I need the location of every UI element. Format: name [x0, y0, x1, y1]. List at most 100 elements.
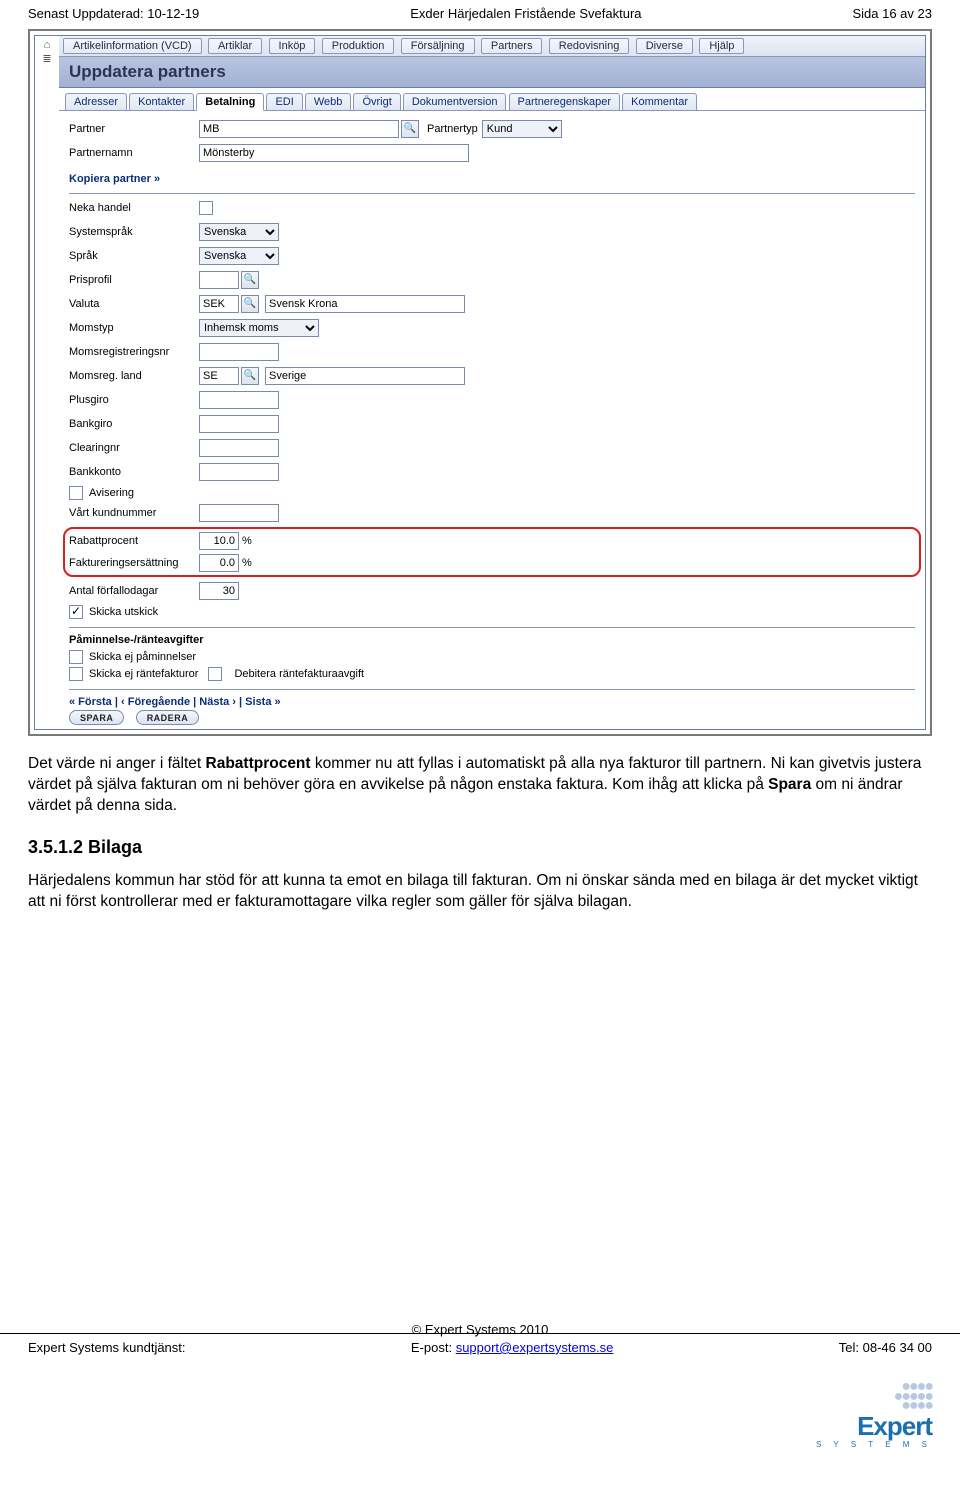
menu-partners[interactable]: Partners	[481, 38, 543, 54]
momstyp-select[interactable]: Inhemsk moms	[199, 319, 319, 337]
app-screenshot: ⌂ ≣ Artikelinformation (VCD) Artiklar In…	[28, 29, 932, 736]
vart-kundnummer-input[interactable]	[199, 504, 279, 522]
body-text: Det värde ni anger i fältet Rabattprocen…	[28, 754, 932, 913]
tab-adresser[interactable]: Adresser	[65, 93, 127, 110]
rabattprocent-label: Rabattprocent	[69, 535, 199, 547]
partnertyp-select[interactable]: Kund	[482, 120, 562, 138]
partnernamn-input[interactable]	[199, 144, 469, 162]
faktureringsersattning-label: Faktureringsersättning	[69, 557, 199, 569]
debitera-checkbox[interactable]	[208, 667, 222, 681]
footer-email: E-post: support@expertsystems.se	[411, 1340, 614, 1355]
valuta-search-icon[interactable]: 🔍	[241, 295, 259, 313]
pager-next[interactable]: Nästa ›	[199, 696, 236, 708]
skicka-utskick-checkbox[interactable]	[69, 605, 83, 619]
menu-redovisning[interactable]: Redovisning	[549, 38, 630, 54]
partner-label: Partner	[69, 123, 199, 135]
skicka-ej-paminnelser-checkbox[interactable]	[69, 650, 83, 664]
footer-left: Expert Systems kundtjänst:	[28, 1340, 186, 1355]
clearingnr-input[interactable]	[199, 439, 279, 457]
prisprofil-input[interactable]	[199, 271, 239, 289]
avisering-checkbox[interactable]	[69, 486, 83, 500]
neka-handel-label: Neka handel	[69, 202, 199, 214]
vart-kundnummer-label: Vårt kundnummer	[69, 507, 199, 519]
momsregnr-label: Momsregistreringsnr	[69, 346, 199, 358]
tab-dokumentversion[interactable]: Dokumentversion	[403, 93, 507, 110]
antal-forfallodagar-input[interactable]	[199, 582, 239, 600]
bankkonto-input[interactable]	[199, 463, 279, 481]
debitera-label: Debitera räntefakturaavgift	[234, 668, 364, 680]
menu-forsaljning[interactable]: Försäljning	[401, 38, 475, 54]
logo-dots-icon: ●●●●●●●●●●●●●	[816, 1382, 932, 1411]
valuta-label: Valuta	[69, 298, 199, 310]
radera-button[interactable]: RADERA	[136, 710, 200, 725]
avisering-label: Avisering	[89, 487, 134, 499]
rabattprocent-input[interactable]	[199, 532, 239, 550]
header-right: Sida 16 av 23	[852, 6, 932, 21]
logo-word: Expert	[816, 1411, 932, 1442]
pager-first[interactable]: « Första	[69, 696, 112, 708]
plusgiro-label: Plusgiro	[69, 394, 199, 406]
kopiera-partner-link[interactable]: Kopiera partner »	[69, 173, 160, 185]
momsreg-land-code-input[interactable]	[199, 367, 239, 385]
tab-betalning[interactable]: Betalning	[196, 93, 264, 111]
partner-input[interactable]	[199, 120, 399, 138]
percent-sign: %	[242, 535, 252, 547]
menu-hjalp[interactable]: Hjälp	[699, 38, 744, 54]
plusgiro-input[interactable]	[199, 391, 279, 409]
prisprofil-search-icon[interactable]: 🔍	[241, 271, 259, 289]
footer-copyright: © Expert Systems 2010	[0, 1322, 960, 1337]
home-icon[interactable]: ⌂	[37, 38, 57, 52]
momsregnr-input[interactable]	[199, 343, 279, 361]
list-icon[interactable]: ≣	[37, 52, 57, 66]
highlight-rabatt: Rabattprocent % Faktureringsersättning %	[63, 527, 921, 577]
pager-prev[interactable]: ‹ Föregående	[121, 696, 190, 708]
tab-kontakter[interactable]: Kontakter	[129, 93, 194, 110]
neka-handel-checkbox[interactable]	[199, 201, 213, 215]
skicka-ej-rantefakturor-label: Skicka ej räntefakturor	[89, 668, 198, 680]
antal-forfallodagar-label: Antal förfallodagar	[69, 585, 199, 597]
bankgiro-label: Bankgiro	[69, 418, 199, 430]
skicka-utskick-label: Skicka utskick	[89, 606, 158, 618]
page-footer: © Expert Systems 2010 Expert Systems kun…	[0, 1333, 960, 1369]
skicka-ej-rantefakturor-checkbox[interactable]	[69, 667, 83, 681]
tab-ovrigt[interactable]: Övrigt	[353, 93, 400, 110]
partnernamn-label: Partnernamn	[69, 147, 199, 159]
footer-email-link[interactable]: support@expertsystems.se	[456, 1340, 614, 1355]
menu-produktion[interactable]: Produktion	[322, 38, 395, 54]
page-title: Uppdatera partners	[59, 57, 925, 88]
pager-last[interactable]: Sista »	[245, 696, 280, 708]
bankgiro-input[interactable]	[199, 415, 279, 433]
tab-edi[interactable]: EDI	[266, 93, 302, 110]
form-area: Partner 🔍 Partnertyp Kund Partnernamn Ko…	[59, 111, 925, 729]
momstyp-label: Momstyp	[69, 322, 199, 334]
header-center: Exder Härjedalen Fristående Svefaktura	[410, 6, 641, 21]
paminnelse-section-label: Påminnelse-/ränteavgifter	[69, 634, 915, 646]
menu-inkop[interactable]: Inköp	[269, 38, 316, 54]
page-header: Senast Uppdaterad: 10-12-19 Exder Härjed…	[0, 0, 960, 25]
faktureringsersattning-input[interactable]	[199, 554, 239, 572]
momsreg-land-search-icon[interactable]: 🔍	[241, 367, 259, 385]
systemsprak-select[interactable]: Svenska	[199, 223, 279, 241]
menu-artiklar[interactable]: Artiklar	[208, 38, 262, 54]
menu-artikelinformation[interactable]: Artikelinformation (VCD)	[63, 38, 202, 54]
momsreg-land-name-input[interactable]	[265, 367, 465, 385]
valuta-name-input[interactable]	[265, 295, 465, 313]
spara-button[interactable]: SPARA	[69, 710, 124, 725]
sprak-select[interactable]: Svenska	[199, 247, 279, 265]
menu-diverse[interactable]: Diverse	[636, 38, 693, 54]
systemsprak-label: Systemspråk	[69, 226, 199, 238]
partner-search-icon[interactable]: 🔍	[401, 120, 419, 138]
clearingnr-label: Clearingnr	[69, 442, 199, 454]
sprak-label: Språk	[69, 250, 199, 262]
partnertyp-label: Partnertyp	[427, 123, 478, 135]
momsreg-land-label: Momsreg. land	[69, 370, 199, 382]
heading-bilaga: 3.5.1.2 Bilaga	[28, 835, 932, 859]
logo-sub: S Y S T E M S	[816, 1440, 932, 1449]
tab-webb[interactable]: Webb	[305, 93, 352, 110]
pager: « Första | ‹ Föregående | Nästa › | Sist…	[69, 694, 915, 710]
percent-sign-2: %	[242, 557, 252, 569]
subtabs: Adresser Kontakter Betalning EDI Webb Öv…	[59, 88, 925, 111]
valuta-code-input[interactable]	[199, 295, 239, 313]
tab-partneregenskaper[interactable]: Partneregenskaper	[509, 93, 621, 110]
tab-kommentar[interactable]: Kommentar	[622, 93, 697, 110]
